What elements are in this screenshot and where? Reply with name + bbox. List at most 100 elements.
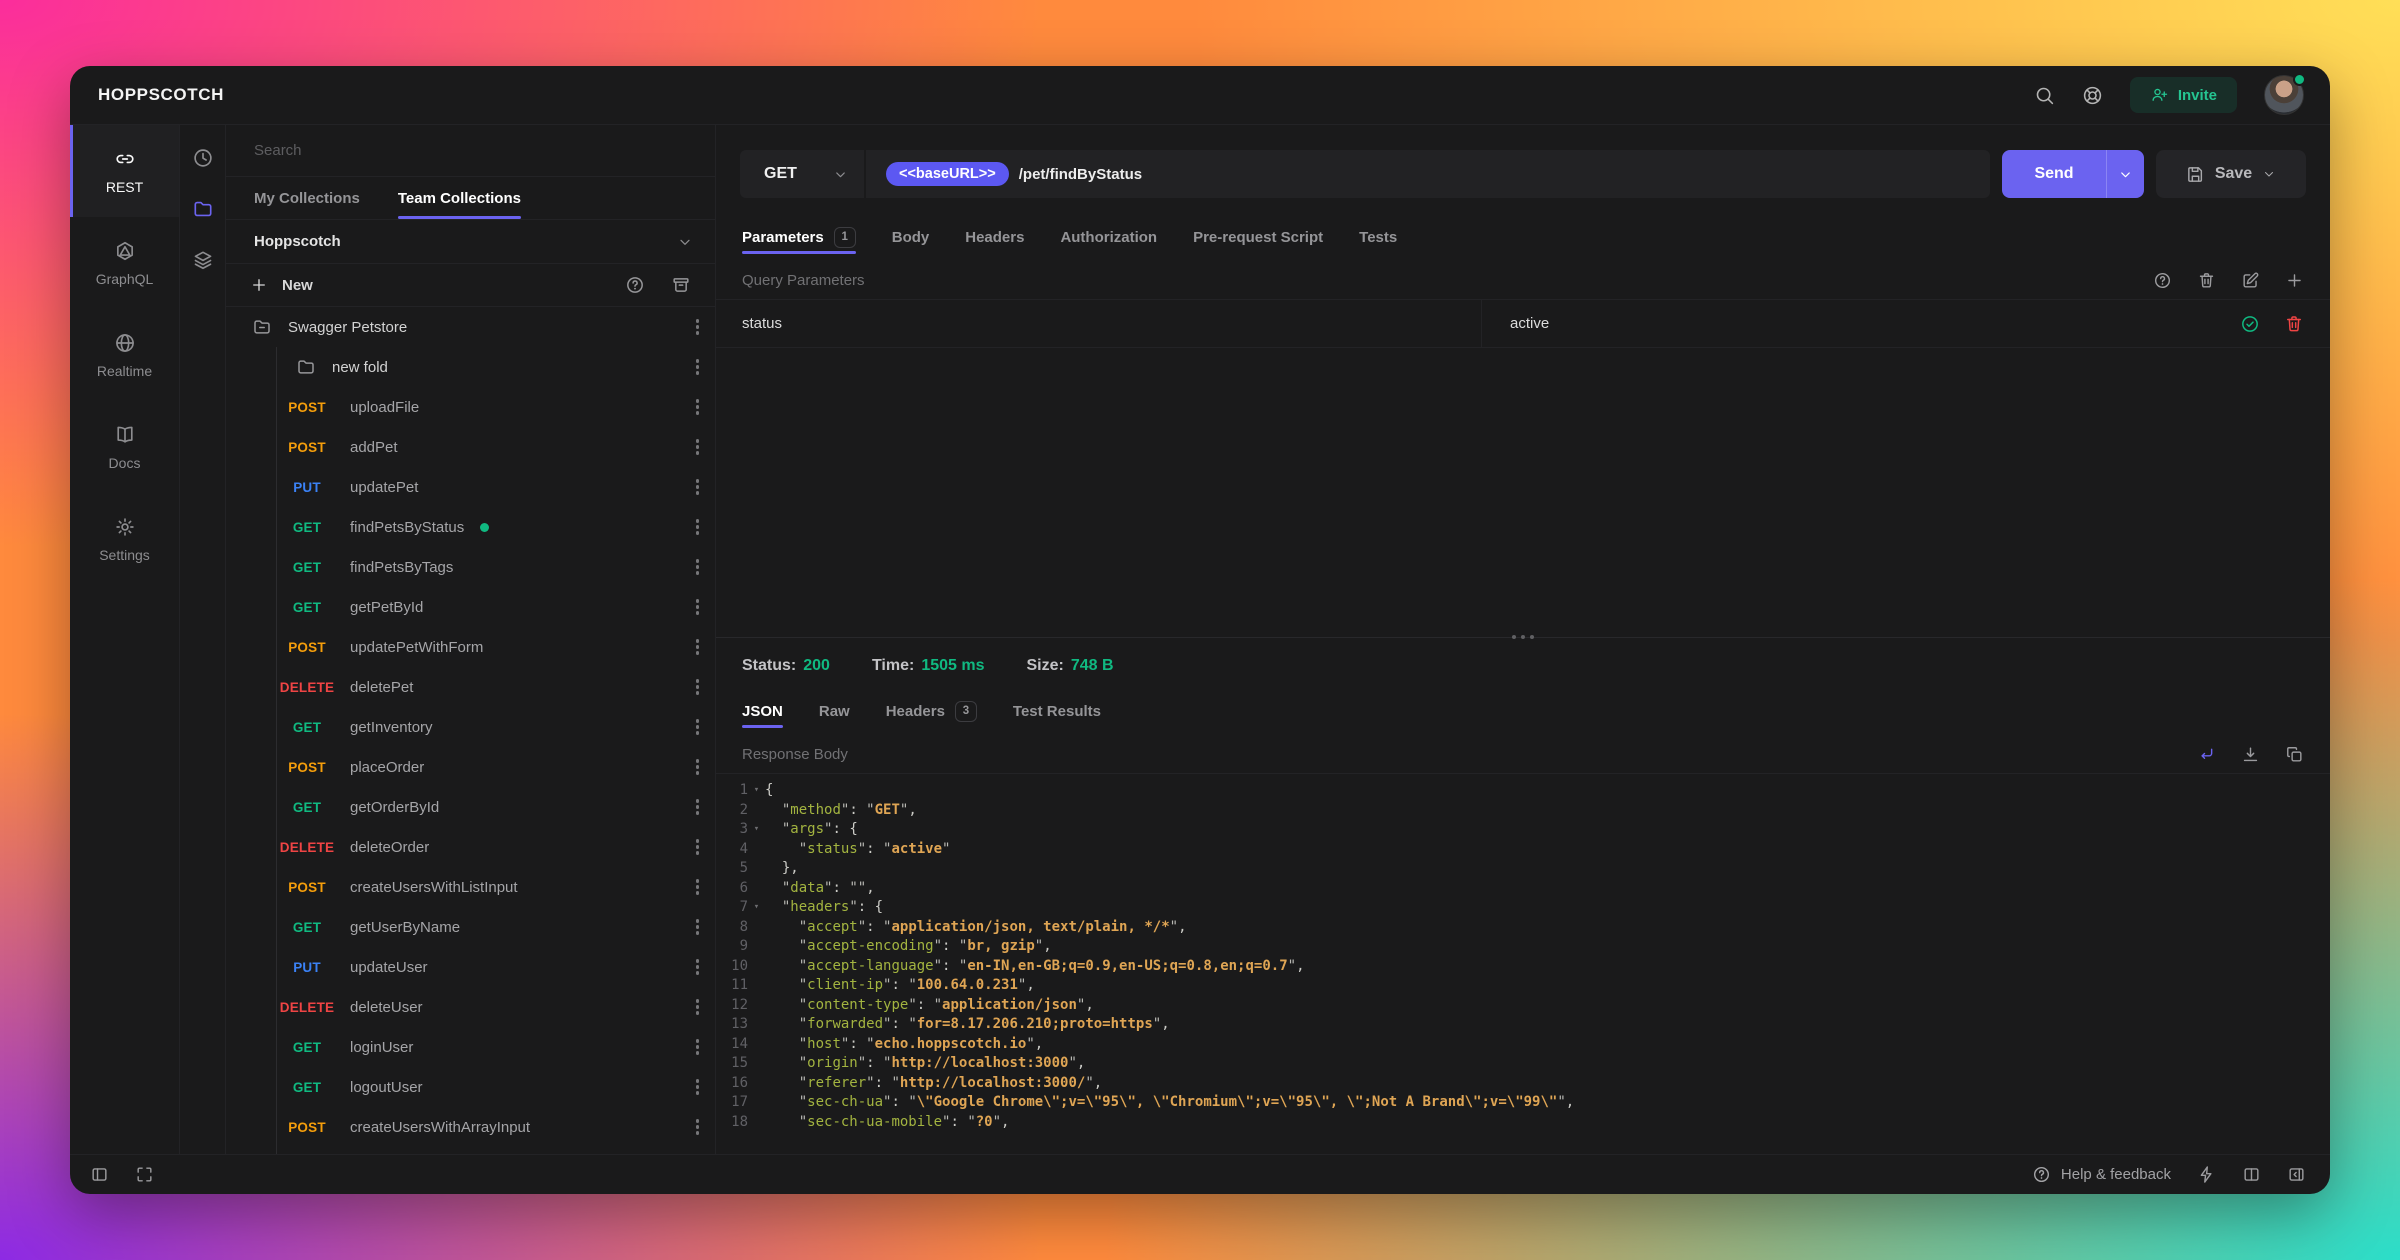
parameter-value-input[interactable]: active [1482, 300, 2240, 347]
collections-icon[interactable] [192, 198, 214, 220]
tab-tests[interactable]: Tests [1359, 220, 1397, 254]
save-button[interactable]: Save [2156, 150, 2306, 198]
more-options-icon[interactable] [696, 1119, 700, 1135]
new-collection-button[interactable]: New [250, 276, 625, 294]
fold-arrow-icon[interactable]: ▾ [748, 820, 765, 840]
send-options-chevron-icon[interactable] [2106, 150, 2144, 198]
edit-icon[interactable] [2241, 271, 2260, 290]
pane-resize-handle[interactable] [716, 637, 2330, 638]
request-row[interactable]: GETgetInventory [226, 707, 715, 747]
more-options-icon[interactable] [696, 359, 700, 375]
request-row[interactable]: DELETEdeleteOrder [226, 827, 715, 867]
request-row[interactable]: GETlogoutUser [226, 1067, 715, 1107]
expand-icon[interactable] [135, 1165, 154, 1184]
user-avatar[interactable] [2264, 75, 2304, 115]
more-options-icon[interactable] [696, 639, 700, 655]
request-row[interactable]: DELETEdeleteUser [226, 987, 715, 1027]
tab-my-collections[interactable]: My Collections [254, 177, 360, 219]
more-options-icon[interactable] [696, 999, 700, 1015]
help-feedback-button[interactable]: Help & feedback [2032, 1165, 2171, 1184]
request-row[interactable]: PUTupdateUser [226, 947, 715, 987]
request-row[interactable]: POSTuploadFile [226, 387, 715, 427]
toggle-sidebar-icon[interactable] [90, 1165, 109, 1184]
url-input[interactable]: <<baseURL>> /pet/findByStatus [866, 150, 1990, 198]
more-options-icon[interactable] [696, 879, 700, 895]
download-icon[interactable] [2241, 745, 2260, 764]
tab-json[interactable]: JSON [742, 694, 783, 728]
sidebar-item-docs[interactable]: Docs [70, 401, 179, 493]
request-row[interactable]: GETloginUser [226, 1027, 715, 1067]
more-options-icon[interactable] [696, 439, 700, 455]
wrap-lines-icon[interactable] [2197, 745, 2216, 764]
sidebar-item-settings[interactable]: Settings [70, 493, 179, 585]
history-icon[interactable] [192, 147, 214, 169]
more-options-icon[interactable] [696, 599, 700, 615]
more-options-icon[interactable] [696, 719, 700, 735]
request-row[interactable]: POSTaddPet [226, 427, 715, 467]
columns-layout-icon[interactable] [2242, 1165, 2261, 1184]
parameter-key-input[interactable]: status [716, 300, 1482, 347]
request-row[interactable]: GETfindPetsByTags [226, 547, 715, 587]
request-row[interactable]: POSTupdatePetWithForm [226, 627, 715, 667]
sidebar-item-realtime[interactable]: Realtime [70, 309, 179, 401]
request-row[interactable]: PUTupdatePet [226, 467, 715, 507]
tab-team-collections[interactable]: Team Collections [398, 177, 521, 219]
more-options-icon[interactable] [696, 519, 700, 535]
env-variable-badge[interactable]: <<baseURL>> [886, 162, 1009, 186]
more-options-icon[interactable] [696, 959, 700, 975]
tab-body[interactable]: Body [892, 220, 930, 254]
request-row[interactable]: GETfindPetsByStatus [226, 507, 715, 547]
more-options-icon[interactable] [696, 479, 700, 495]
tab-raw[interactable]: Raw [819, 694, 850, 728]
archive-icon[interactable] [671, 275, 691, 295]
more-options-icon[interactable] [696, 399, 700, 415]
more-options-icon[interactable] [696, 559, 700, 575]
help-icon[interactable] [2153, 271, 2172, 290]
more-options-icon[interactable] [696, 1079, 700, 1095]
collection-folder-row[interactable]: Swagger Petstore [226, 307, 715, 347]
add-parameter-icon[interactable] [2285, 271, 2304, 290]
request-row[interactable]: GETgetOrderById [226, 787, 715, 827]
fold-arrow-icon[interactable]: ▾ [748, 781, 765, 801]
fold-arrow-icon[interactable]: ▾ [748, 898, 765, 918]
tab-headers[interactable]: Headers3 [886, 694, 977, 728]
help-icon[interactable] [625, 275, 645, 295]
team-selector[interactable]: Hoppscotch [226, 220, 715, 264]
more-options-icon[interactable] [696, 1039, 700, 1055]
parameter-delete-icon[interactable] [2284, 314, 2304, 334]
parameter-active-icon[interactable] [2240, 314, 2260, 334]
more-options-icon[interactable] [696, 839, 700, 855]
tab-parameters[interactable]: Parameters1 [742, 220, 856, 254]
tab-pre-request-script[interactable]: Pre-request Script [1193, 220, 1323, 254]
sidebar-item-rest[interactable]: REST [70, 125, 179, 217]
shortcuts-icon[interactable] [2197, 1165, 2216, 1184]
invite-button[interactable]: Invite [2130, 77, 2237, 113]
more-options-icon[interactable] [696, 799, 700, 815]
environments-icon[interactable] [192, 249, 214, 271]
more-options-icon[interactable] [696, 679, 700, 695]
tab-authorization[interactable]: Authorization [1060, 220, 1157, 254]
support-icon[interactable] [2082, 85, 2103, 106]
send-button[interactable]: Send [2002, 150, 2144, 198]
save-options-chevron-icon[interactable] [2262, 167, 2276, 181]
request-row[interactable]: GET [226, 1147, 715, 1154]
request-row[interactable]: POSTcreateUsersWithArrayInput [226, 1107, 715, 1147]
request-row[interactable]: POSTcreateUsersWithListInput [226, 867, 715, 907]
more-options-icon[interactable] [696, 919, 700, 935]
search-icon[interactable] [2034, 85, 2055, 106]
sidebar-item-graphql[interactable]: GraphQL [70, 217, 179, 309]
tab-headers[interactable]: Headers [965, 220, 1024, 254]
more-options-icon[interactable] [696, 759, 700, 775]
request-row[interactable]: POSTplaceOrder [226, 747, 715, 787]
tab-test-results[interactable]: Test Results [1013, 694, 1101, 728]
request-row[interactable]: DELETEdeletePet [226, 667, 715, 707]
response-body-code[interactable]: 1▾{2 "method": "GET",3▾ "args": {4 "stat… [716, 774, 2330, 1154]
collapse-right-panel-icon[interactable] [2287, 1165, 2306, 1184]
delete-all-icon[interactable] [2197, 271, 2216, 290]
search-input[interactable] [254, 142, 687, 159]
request-row[interactable]: GETgetPetById [226, 587, 715, 627]
copy-icon[interactable] [2285, 745, 2304, 764]
collection-folder-row[interactable]: new fold [226, 347, 715, 387]
more-options-icon[interactable] [696, 319, 700, 335]
method-select[interactable]: GET [740, 150, 866, 198]
